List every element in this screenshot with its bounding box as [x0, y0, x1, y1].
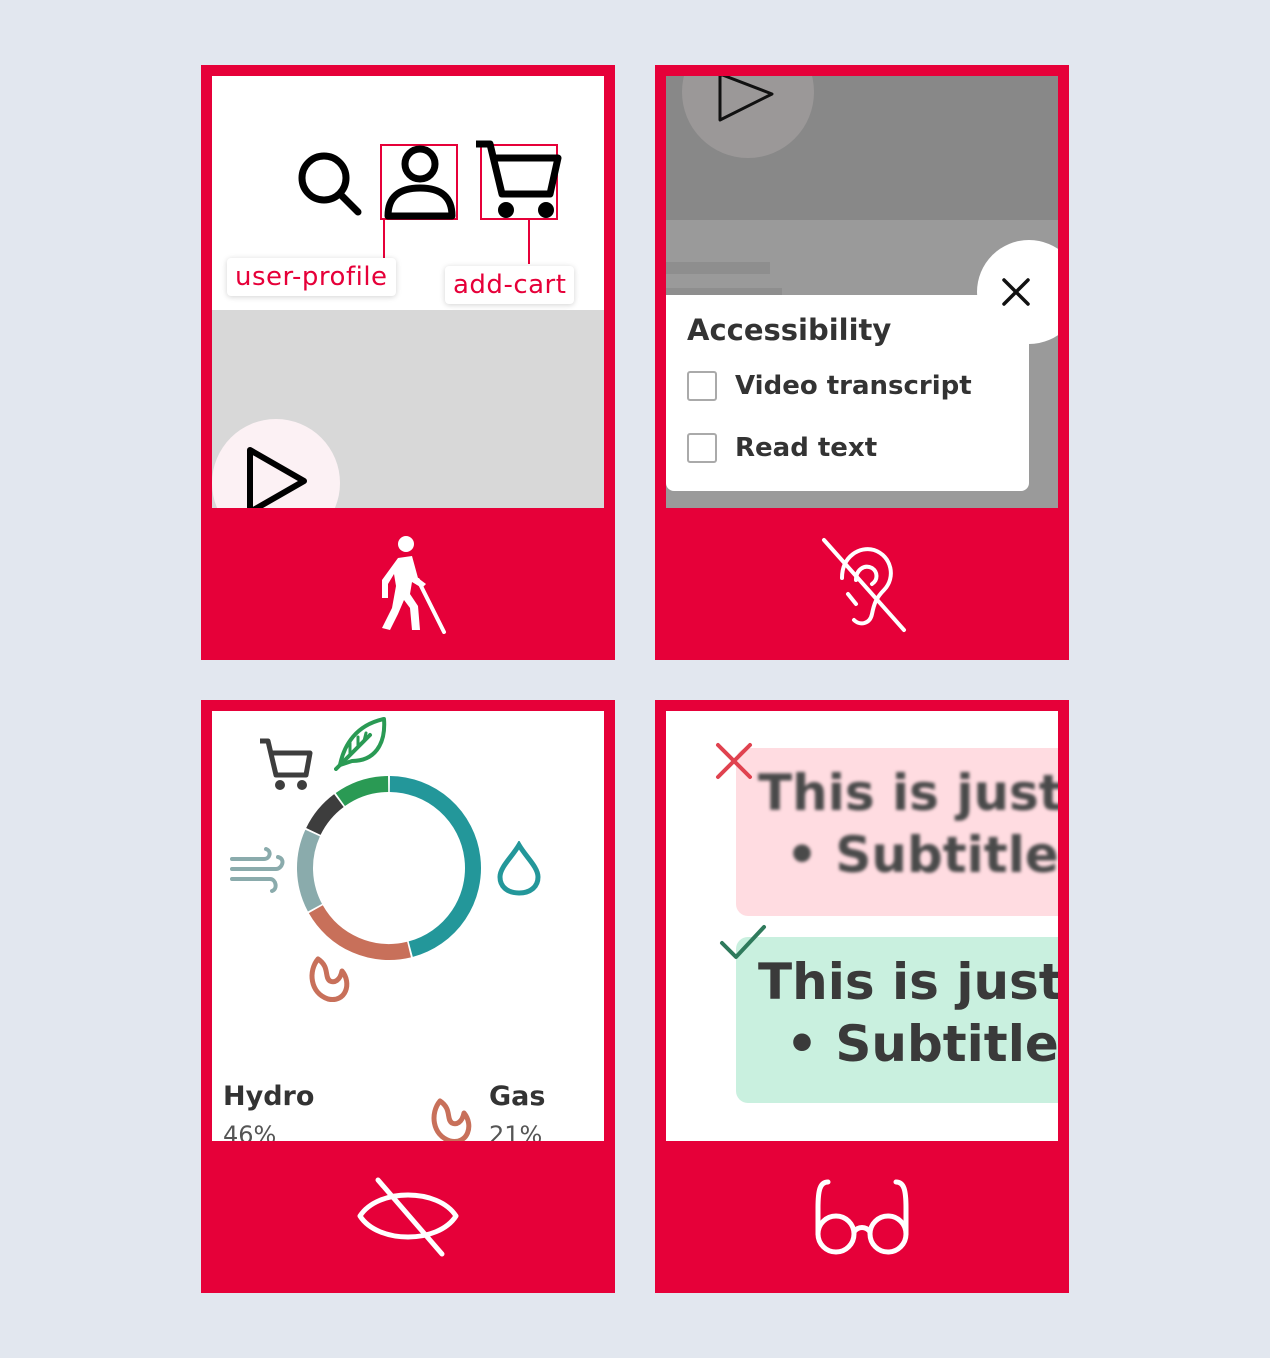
leaf-icon — [334, 717, 387, 771]
close-icon — [1002, 278, 1030, 306]
user-profile-label: user-profile — [227, 258, 396, 296]
wind-icon — [230, 847, 285, 893]
legend-gas-value: 21% — [489, 1121, 543, 1141]
option-read-text[interactable]: Read text — [687, 433, 877, 463]
option-label: Read text — [735, 433, 878, 463]
user-icon[interactable] — [382, 144, 458, 220]
accessibility-popover: Accessibility Video transcript Read text — [666, 295, 1029, 491]
user-profile-connector — [383, 220, 385, 258]
card-preview: Hydro 46% Gas 21% — [212, 711, 604, 1141]
card-hearing-impairment: Accessibility Video transcript Read text — [655, 65, 1069, 660]
legend-hydro-value: 46% — [223, 1121, 277, 1141]
checkbox[interactable] — [687, 371, 717, 401]
option-label: Video transcript — [735, 371, 972, 401]
subtitle-good-line2: • Subtitle — [786, 1015, 1058, 1073]
glasses-icon — [815, 1179, 909, 1255]
icon-bar — [655, 1141, 1069, 1293]
card-motor-impairment: user-profile add-cart — [201, 65, 615, 660]
checkbox[interactable] — [687, 433, 717, 463]
walking-cane-icon — [382, 536, 446, 634]
icon-bar — [655, 508, 1069, 660]
card-visual-impairment: Hydro 46% Gas 21% — [201, 700, 615, 1293]
search-icon[interactable] — [296, 150, 366, 220]
popover-title: Accessibility — [687, 313, 892, 347]
eye-off-icon — [357, 1177, 459, 1257]
subtitle-bad-example: This is just a • Subtitle — [736, 748, 1058, 916]
cross-icon — [716, 743, 752, 779]
flame-icon — [431, 1098, 472, 1141]
donut-slice-gas — [308, 905, 411, 960]
add-cart-label: add-cart — [445, 266, 575, 304]
card-preview: This is just a • Subtitle This is just a… — [666, 711, 1058, 1141]
card-preview: Accessibility Video transcript Read text — [666, 76, 1058, 508]
icon-bar — [201, 1141, 615, 1293]
water-drop-icon — [497, 841, 541, 896]
card-preview: user-profile add-cart — [212, 76, 604, 508]
legend-gas-label: Gas — [489, 1081, 546, 1112]
donut-slice-bio — [335, 776, 389, 807]
play-icon — [718, 76, 774, 122]
subtitle-bad-line1: This is just a — [758, 764, 1058, 822]
flame-icon — [309, 956, 350, 1002]
cart-icon[interactable] — [474, 138, 562, 220]
check-icon — [720, 925, 766, 959]
cart-icon — [260, 738, 313, 790]
donut-slice-coal — [306, 794, 344, 836]
donut-slice-wind — [297, 829, 323, 912]
add-cart-connector — [528, 220, 530, 264]
play-icon — [247, 447, 307, 508]
card-low-vision: This is just a • Subtitle This is just a… — [655, 700, 1069, 1293]
option-video-transcript[interactable]: Video transcript — [687, 371, 972, 401]
donut-slice-hydro — [389, 776, 481, 957]
icon-bar — [201, 508, 615, 660]
placeholder-line — [666, 262, 770, 274]
subtitle-bad-line2: • Subtitle — [786, 826, 1058, 884]
subtitle-good-line1: This is just a — [758, 953, 1058, 1011]
hearing-impaired-icon — [822, 538, 906, 632]
subtitle-good-example: This is just a • Subtitle — [736, 937, 1058, 1103]
legend-hydro-label: Hydro — [223, 1081, 315, 1112]
